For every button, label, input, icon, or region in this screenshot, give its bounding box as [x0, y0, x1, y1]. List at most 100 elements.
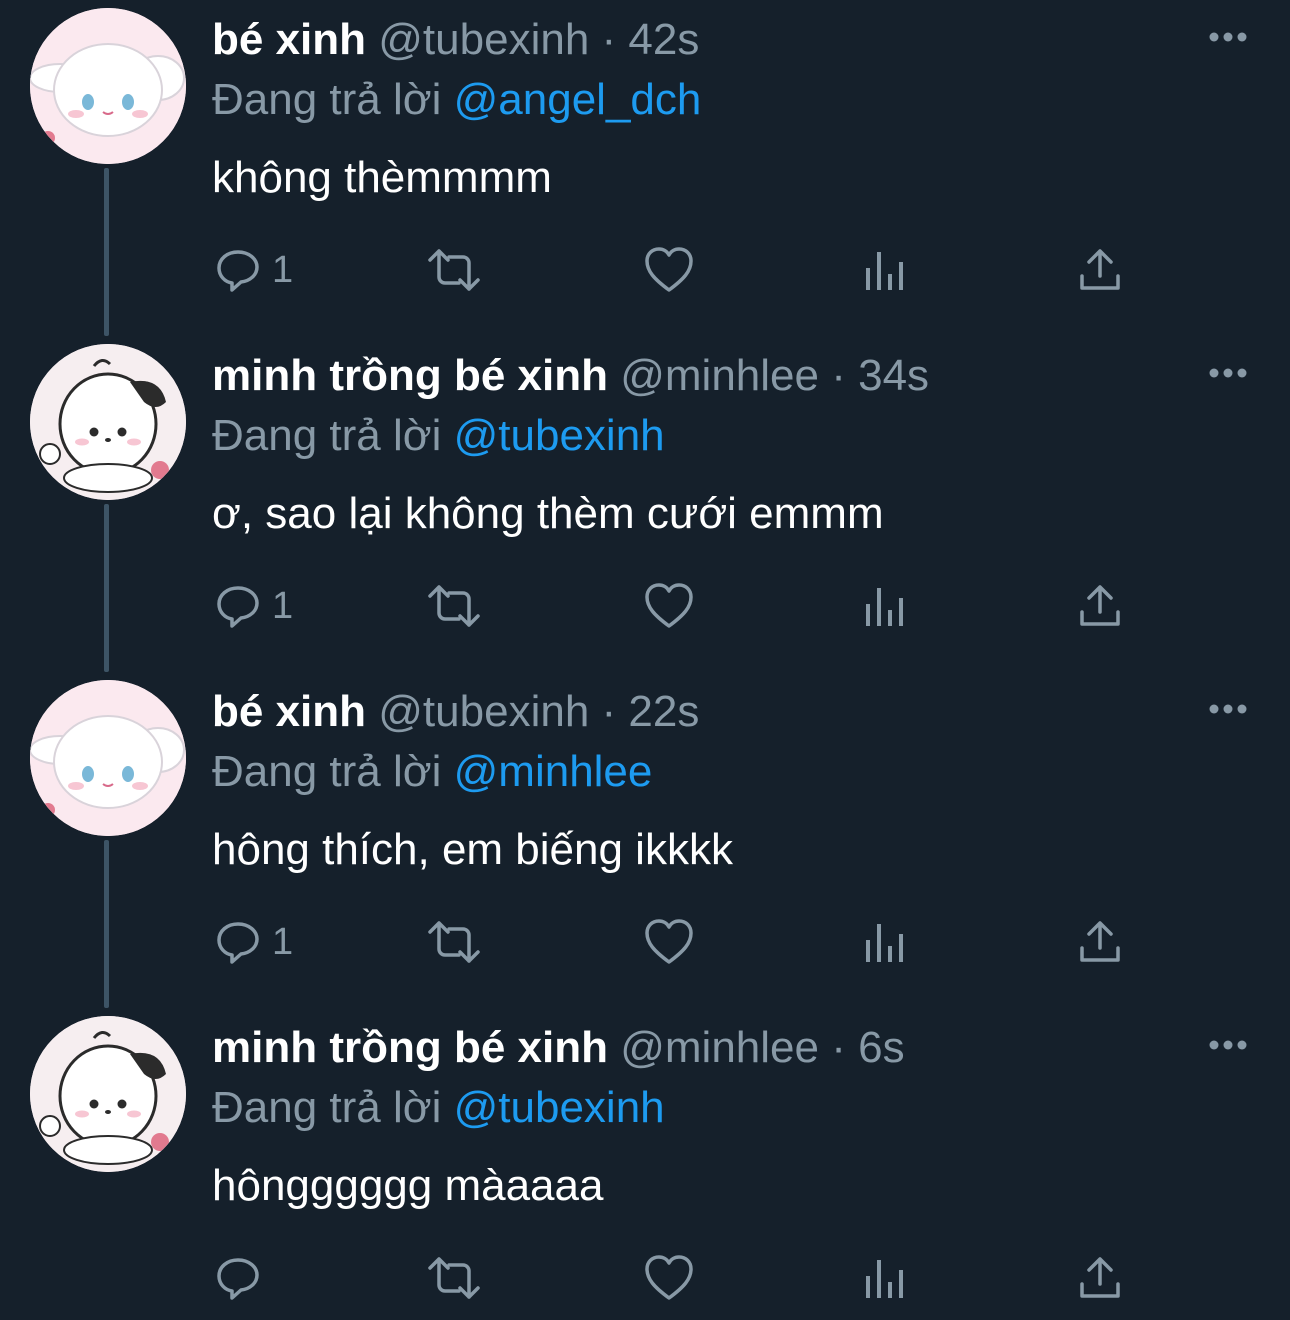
retweet-icon — [428, 585, 480, 627]
heart-icon — [645, 247, 693, 292]
replying-to: Đang trả lời @tubexinh — [212, 410, 665, 462]
action-bar: 1 — [0, 576, 1290, 636]
display-name[interactable]: minh trồng bé xinh — [212, 351, 608, 400]
separator-dot: · — [831, 351, 846, 400]
heart-icon — [645, 919, 693, 964]
cinnamoroll-avatar-icon — [30, 680, 186, 836]
tweet-text: hôngggggg màaaaa — [212, 1161, 604, 1210]
share-button[interactable] — [1078, 576, 1122, 636]
timestamp[interactable]: 6s — [858, 1023, 904, 1072]
tweet-header: bé xinh @tubexinh · 42s — [212, 14, 699, 66]
share-icon — [1080, 585, 1120, 626]
reply-icon — [217, 1258, 259, 1300]
pochacco-avatar-icon — [30, 1016, 186, 1172]
user-handle[interactable]: @tubexinh — [378, 687, 589, 736]
more-dots-icon — [1209, 704, 1247, 714]
retweet-button[interactable] — [426, 240, 482, 300]
tweet[interactable]: minh trồng bé xinh @minhlee · 6s Đang tr… — [0, 1008, 1290, 1320]
replying-to-label: Đang trả lời — [212, 747, 442, 796]
reply-count: 1 — [272, 584, 294, 627]
share-icon — [1080, 921, 1120, 962]
user-handle[interactable]: @tubexinh — [378, 15, 589, 64]
tweet-header: bé xinh @tubexinh · 22s — [212, 686, 699, 738]
avatar[interactable] — [30, 1016, 186, 1172]
reply-icon — [217, 586, 259, 628]
separator-dot: · — [601, 687, 617, 736]
mention-link[interactable]: @tubexinh — [454, 411, 665, 460]
reply-icon — [217, 250, 259, 292]
share-button[interactable] — [1078, 1248, 1122, 1308]
replying-to: Đang trả lời @minhlee — [212, 746, 652, 798]
avatar[interactable] — [30, 680, 186, 836]
tweet[interactable]: minh trồng bé xinh @minhlee · 34s Đang t… — [0, 336, 1290, 672]
display-name[interactable]: bé xinh — [212, 15, 366, 64]
more-dots-icon — [1209, 1040, 1247, 1050]
tweet-text: ơ, sao lại không thèm cưới emmm — [212, 489, 884, 538]
mention-link[interactable]: @minhlee — [454, 747, 653, 796]
views-button[interactable] — [862, 1248, 908, 1308]
action-bar: 1 — [0, 912, 1290, 972]
bar-chart-icon — [866, 252, 903, 290]
timestamp[interactable]: 34s — [858, 351, 929, 400]
views-button[interactable] — [862, 576, 908, 636]
replying-to-label: Đang trả lời — [212, 411, 442, 460]
like-button[interactable] — [644, 1248, 694, 1308]
mention-link[interactable]: @angel_dch — [454, 75, 702, 124]
separator-dot: · — [601, 15, 617, 64]
share-button[interactable] — [1078, 240, 1122, 300]
timestamp[interactable]: 22s — [628, 687, 699, 736]
replying-to-label: Đang trả lời — [212, 75, 442, 124]
replying-to-label: Đang trả lời — [212, 1083, 442, 1132]
bar-chart-icon — [866, 588, 903, 626]
views-button[interactable] — [862, 912, 908, 972]
avatar[interactable] — [30, 8, 186, 164]
more-button[interactable] — [1206, 22, 1250, 52]
display-name[interactable]: minh trồng bé xinh — [212, 1023, 608, 1072]
tweet-header: minh trồng bé xinh @minhlee · 34s — [212, 350, 929, 402]
retweet-button[interactable] — [426, 576, 482, 636]
tweet[interactable]: bé xinh @tubexinh · 22s Đang trả lời @mi… — [0, 672, 1290, 1008]
timestamp[interactable]: 42s — [628, 15, 699, 64]
tweet-text: không thèmmmm — [212, 153, 552, 202]
share-icon — [1080, 249, 1120, 290]
user-handle[interactable]: @minhlee — [620, 351, 819, 400]
retweet-button[interactable] — [426, 1248, 482, 1308]
retweet-button[interactable] — [426, 912, 482, 972]
bar-chart-icon — [866, 1260, 903, 1298]
tweet-header: minh trồng bé xinh @minhlee · 6s — [212, 1022, 905, 1074]
retweet-icon — [428, 921, 480, 963]
retweet-icon — [428, 249, 480, 291]
share-button[interactable] — [1078, 912, 1122, 972]
views-button[interactable] — [862, 240, 908, 300]
separator-dot: · — [831, 1023, 846, 1072]
reply-count: 1 — [272, 920, 294, 963]
more-dots-icon — [1209, 32, 1247, 42]
reply-button[interactable]: 1 — [214, 912, 293, 972]
bar-chart-icon — [866, 924, 903, 962]
mention-link[interactable]: @tubexinh — [454, 1083, 665, 1132]
pochacco-avatar-icon — [30, 344, 186, 500]
display-name[interactable]: bé xinh — [212, 687, 366, 736]
tweet[interactable]: bé xinh @tubexinh · 42s Đang trả lời @an… — [0, 0, 1290, 336]
like-button[interactable] — [644, 912, 694, 972]
reply-icon — [217, 922, 259, 964]
tweet-text: hông thích, em biếng ikkkk — [212, 825, 733, 874]
action-bar: 1 — [0, 240, 1290, 300]
like-button[interactable] — [644, 576, 694, 636]
avatar[interactable] — [30, 344, 186, 500]
user-handle[interactable]: @minhlee — [620, 1023, 819, 1072]
reply-button[interactable]: 1 — [214, 576, 293, 636]
reply-button[interactable]: 1 — [214, 240, 293, 300]
reply-count: 1 — [272, 248, 294, 291]
reply-button[interactable] — [214, 1248, 272, 1308]
heart-icon — [645, 583, 693, 628]
heart-icon — [645, 1255, 693, 1300]
cinnamoroll-avatar-icon — [30, 8, 186, 164]
more-button[interactable] — [1206, 1030, 1250, 1060]
like-button[interactable] — [644, 240, 694, 300]
more-button[interactable] — [1206, 694, 1250, 724]
more-button[interactable] — [1206, 358, 1250, 388]
action-bar — [0, 1248, 1290, 1308]
retweet-icon — [428, 1257, 480, 1299]
replying-to: Đang trả lời @tubexinh — [212, 1082, 665, 1134]
